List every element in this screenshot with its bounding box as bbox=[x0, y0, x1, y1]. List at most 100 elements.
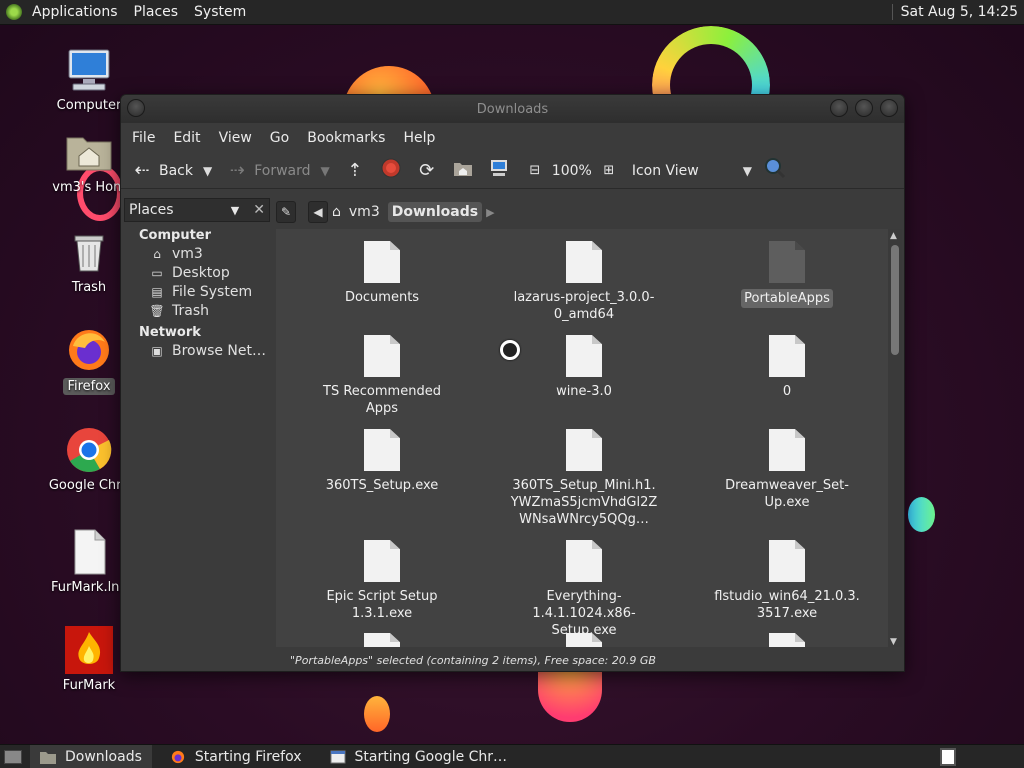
chevron-down-icon[interactable]: ▼ bbox=[321, 164, 330, 178]
breadcrumb-vm3[interactable]: vm3 bbox=[345, 202, 384, 222]
panel-menu: Applications Places System bbox=[6, 4, 246, 20]
bottom-panel: Downloads Starting Firefox Starting Goog… bbox=[0, 744, 1024, 768]
menu-edit[interactable]: Edit bbox=[173, 130, 200, 146]
minimize-button[interactable] bbox=[830, 99, 848, 117]
chevron-down-icon[interactable]: ▼ bbox=[231, 204, 239, 217]
maximize-button[interactable] bbox=[855, 99, 873, 117]
clock[interactable]: Sat Aug 5, 14:25 bbox=[891, 4, 1018, 20]
sidebar-item-label: Trash bbox=[172, 303, 209, 319]
sidebar-item-desktop[interactable]: ▭ Desktop bbox=[124, 262, 270, 281]
up-button[interactable]: ⇡ bbox=[344, 160, 366, 181]
sidebar-item-trash[interactable]: 🗑 Trash bbox=[124, 300, 270, 319]
chevron-down-icon[interactable]: ▼ bbox=[203, 164, 212, 178]
file-name: Everything-1.4.1.1024.x86-Setup.exe bbox=[532, 589, 636, 638]
file-item[interactable]: TS Recommended Apps bbox=[307, 335, 457, 417]
home-folder-icon bbox=[65, 128, 113, 176]
document-icon bbox=[769, 633, 805, 647]
menu-go[interactable]: Go bbox=[270, 130, 289, 146]
sidebar-item-label: vm3 bbox=[172, 246, 203, 262]
sidebar-item-vm3[interactable]: ⌂ vm3 bbox=[124, 243, 270, 262]
home-icon: ⌂ bbox=[153, 247, 161, 261]
file-item[interactable]: flstudio_win64_21.0.3.3517.exe bbox=[712, 540, 862, 622]
file-manager-window[interactable]: Downloads File Edit View Go Bookmarks He… bbox=[120, 94, 905, 672]
sidebar-type-select[interactable]: Places bbox=[129, 202, 174, 218]
breadcrumb-right-icon[interactable]: ▶ bbox=[486, 206, 494, 219]
distro-logo-icon[interactable] bbox=[6, 4, 22, 20]
sidebar-section-computer: Computer bbox=[139, 228, 212, 243]
scroll-down-icon[interactable]: ▼ bbox=[890, 637, 897, 647]
zoom-out-button[interactable]: ⊟ bbox=[524, 163, 546, 178]
file-item-selected[interactable]: PortableApps bbox=[712, 241, 862, 308]
sidebar-item-browse-network[interactable]: ▣ Browse Net… bbox=[124, 340, 270, 359]
vertical-scrollbar[interactable]: ▲ ▼ bbox=[888, 229, 902, 647]
toggle-location-button[interactable]: ✎ bbox=[276, 201, 296, 223]
document-icon bbox=[65, 528, 113, 576]
menu-help[interactable]: Help bbox=[403, 130, 435, 146]
desktop-icon-label: FurMark bbox=[62, 678, 116, 693]
file-item-partial[interactable] bbox=[509, 633, 659, 647]
trash-icon: 🗑 bbox=[149, 304, 165, 318]
reload-button[interactable]: ⟳ bbox=[416, 160, 438, 181]
file-icon-view[interactable]: Documents lazarus-project_3.0.0-0_amd64 … bbox=[276, 229, 888, 647]
computer-button[interactable] bbox=[488, 159, 510, 182]
file-item[interactable]: Documents bbox=[307, 241, 457, 306]
document-icon bbox=[364, 241, 400, 283]
places-menu[interactable]: Places bbox=[134, 4, 179, 20]
document-icon bbox=[364, 540, 400, 582]
scrollbar-thumb[interactable] bbox=[891, 245, 899, 355]
menu-view[interactable]: View bbox=[219, 130, 252, 146]
taskbar-item-label: Starting Firefox bbox=[194, 748, 302, 765]
file-name: 0 bbox=[782, 384, 792, 399]
window-title: Downloads bbox=[476, 101, 549, 117]
forward-arrow-icon: ⇢ bbox=[229, 160, 245, 181]
menu-bookmarks[interactable]: Bookmarks bbox=[307, 130, 385, 146]
taskbar-item-firefox[interactable]: Starting Firefox bbox=[160, 745, 312, 768]
file-item[interactable]: 360TS_Setup_Mini.h1.YWZmaS5jcmVhdGl2ZWNs… bbox=[509, 429, 659, 528]
applications-menu[interactable]: Applications bbox=[32, 4, 118, 20]
view-mode-label: Icon View bbox=[631, 162, 699, 179]
home-icon: ⌂ bbox=[332, 204, 341, 220]
file-item-partial[interactable] bbox=[307, 633, 457, 647]
window-menu-button[interactable] bbox=[127, 99, 145, 117]
file-item[interactable]: 0 bbox=[712, 335, 862, 400]
forward-button[interactable]: ⇢ Forward ▼ bbox=[226, 160, 330, 181]
chevron-down-icon: ▼ bbox=[742, 163, 752, 178]
stop-button[interactable] bbox=[380, 158, 402, 183]
file-item[interactable]: 360TS_Setup.exe bbox=[307, 429, 457, 494]
view-mode-select[interactable]: Icon View ▼ bbox=[626, 163, 752, 179]
firefox-icon bbox=[65, 326, 113, 374]
zoom-level: 100% bbox=[551, 162, 592, 179]
zoom-in-button[interactable]: ⊞ bbox=[598, 163, 620, 178]
file-item[interactable]: Dreamweaver_Set-Up.exe bbox=[712, 429, 862, 511]
breadcrumb-downloads[interactable]: Downloads bbox=[387, 202, 483, 222]
close-button[interactable] bbox=[880, 99, 898, 117]
close-icon[interactable]: ✕ bbox=[253, 202, 265, 218]
taskbar-item-chrome[interactable]: Starting Google Chr… bbox=[320, 745, 518, 768]
search-button[interactable] bbox=[764, 157, 786, 184]
file-item[interactable]: Everything-1.4.1.1024.x86-Setup.exe bbox=[509, 540, 659, 639]
sidebar-item-filesystem[interactable]: ▤ File System bbox=[124, 281, 270, 300]
reload-icon: ⟳ bbox=[419, 160, 435, 181]
system-menu[interactable]: System bbox=[194, 4, 246, 20]
file-item-partial[interactable] bbox=[712, 633, 862, 647]
window-titlebar[interactable]: Downloads bbox=[121, 95, 904, 123]
file-name: wine-3.0 bbox=[556, 384, 612, 399]
workspace-switcher[interactable] bbox=[940, 747, 956, 766]
taskbar-item-label: Starting Google Chr… bbox=[354, 748, 508, 765]
document-icon bbox=[364, 633, 400, 647]
show-desktop-icon[interactable] bbox=[4, 749, 22, 764]
file-item[interactable]: wine-3.0 bbox=[509, 335, 659, 400]
breadcrumb-left-button[interactable]: ◀ bbox=[308, 201, 328, 223]
up-arrow-icon: ⇡ bbox=[347, 160, 363, 181]
computer-icon bbox=[65, 46, 113, 94]
file-name: Epic Script Setup 1.3.1.exe bbox=[326, 589, 438, 621]
file-item[interactable]: Epic Script Setup 1.3.1.exe bbox=[307, 540, 457, 622]
scroll-up-icon[interactable]: ▲ bbox=[890, 231, 897, 241]
taskbar-item-downloads[interactable]: Downloads bbox=[30, 744, 152, 768]
back-label: Back bbox=[159, 162, 193, 179]
desktop-icon: ▭ bbox=[151, 266, 163, 280]
menu-file[interactable]: File bbox=[132, 130, 155, 146]
home-button[interactable] bbox=[452, 159, 474, 182]
back-button[interactable]: ⇠ Back ▼ bbox=[131, 160, 212, 181]
file-item[interactable]: lazarus-project_3.0.0-0_amd64 bbox=[509, 241, 659, 323]
